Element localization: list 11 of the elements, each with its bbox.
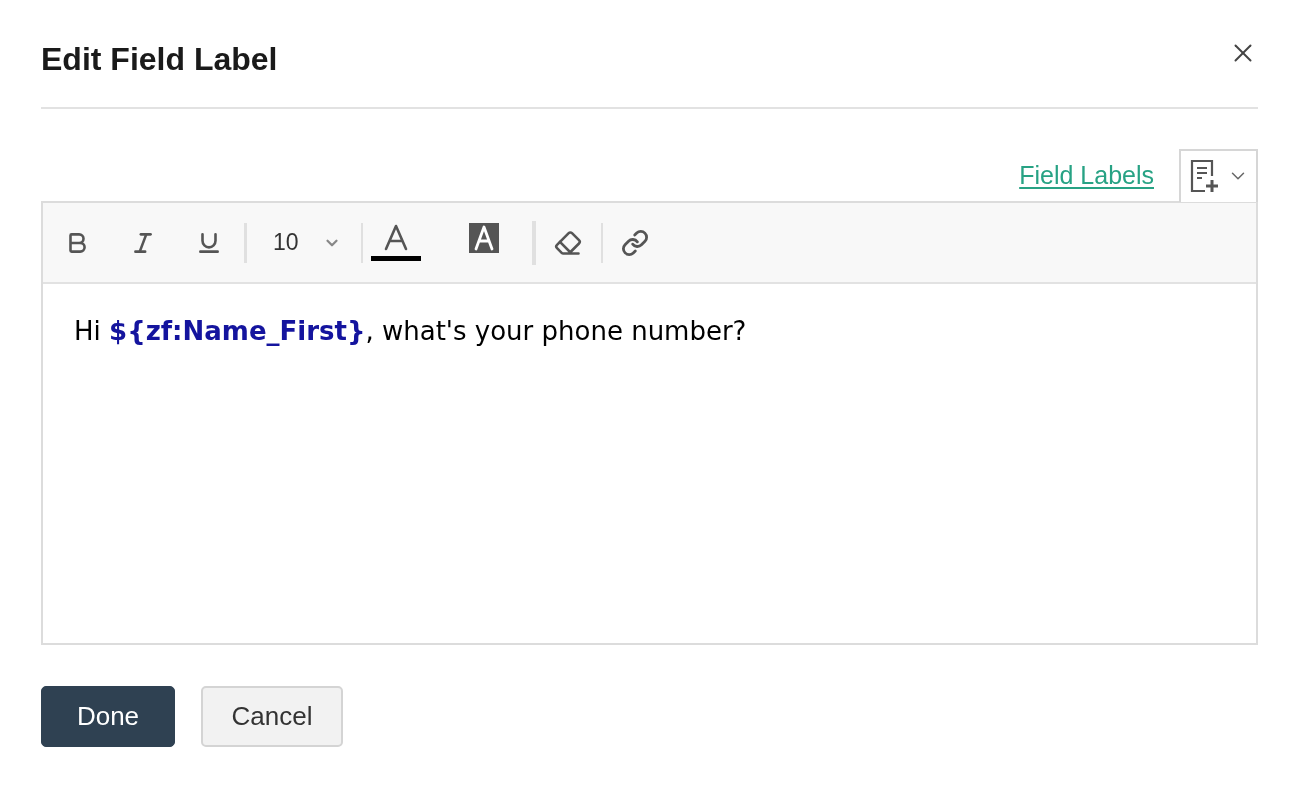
- dialog-title: Edit Field Label: [41, 39, 278, 78]
- link-icon: [620, 228, 649, 257]
- done-button[interactable]: Done: [41, 686, 175, 747]
- eraser-icon: [553, 228, 582, 257]
- cancel-button[interactable]: Cancel: [201, 686, 343, 747]
- insert-field-button[interactable]: [1179, 148, 1258, 202]
- editor-text: Hi ${zf:Name_First}, what's your phone number?: [74, 315, 747, 347]
- text-color-icon: [370, 224, 421, 261]
- font-size-dropdown[interactable]: 10: [259, 220, 351, 265]
- document-plus-icon: [1188, 158, 1221, 194]
- highlight-color-icon: [468, 222, 499, 253]
